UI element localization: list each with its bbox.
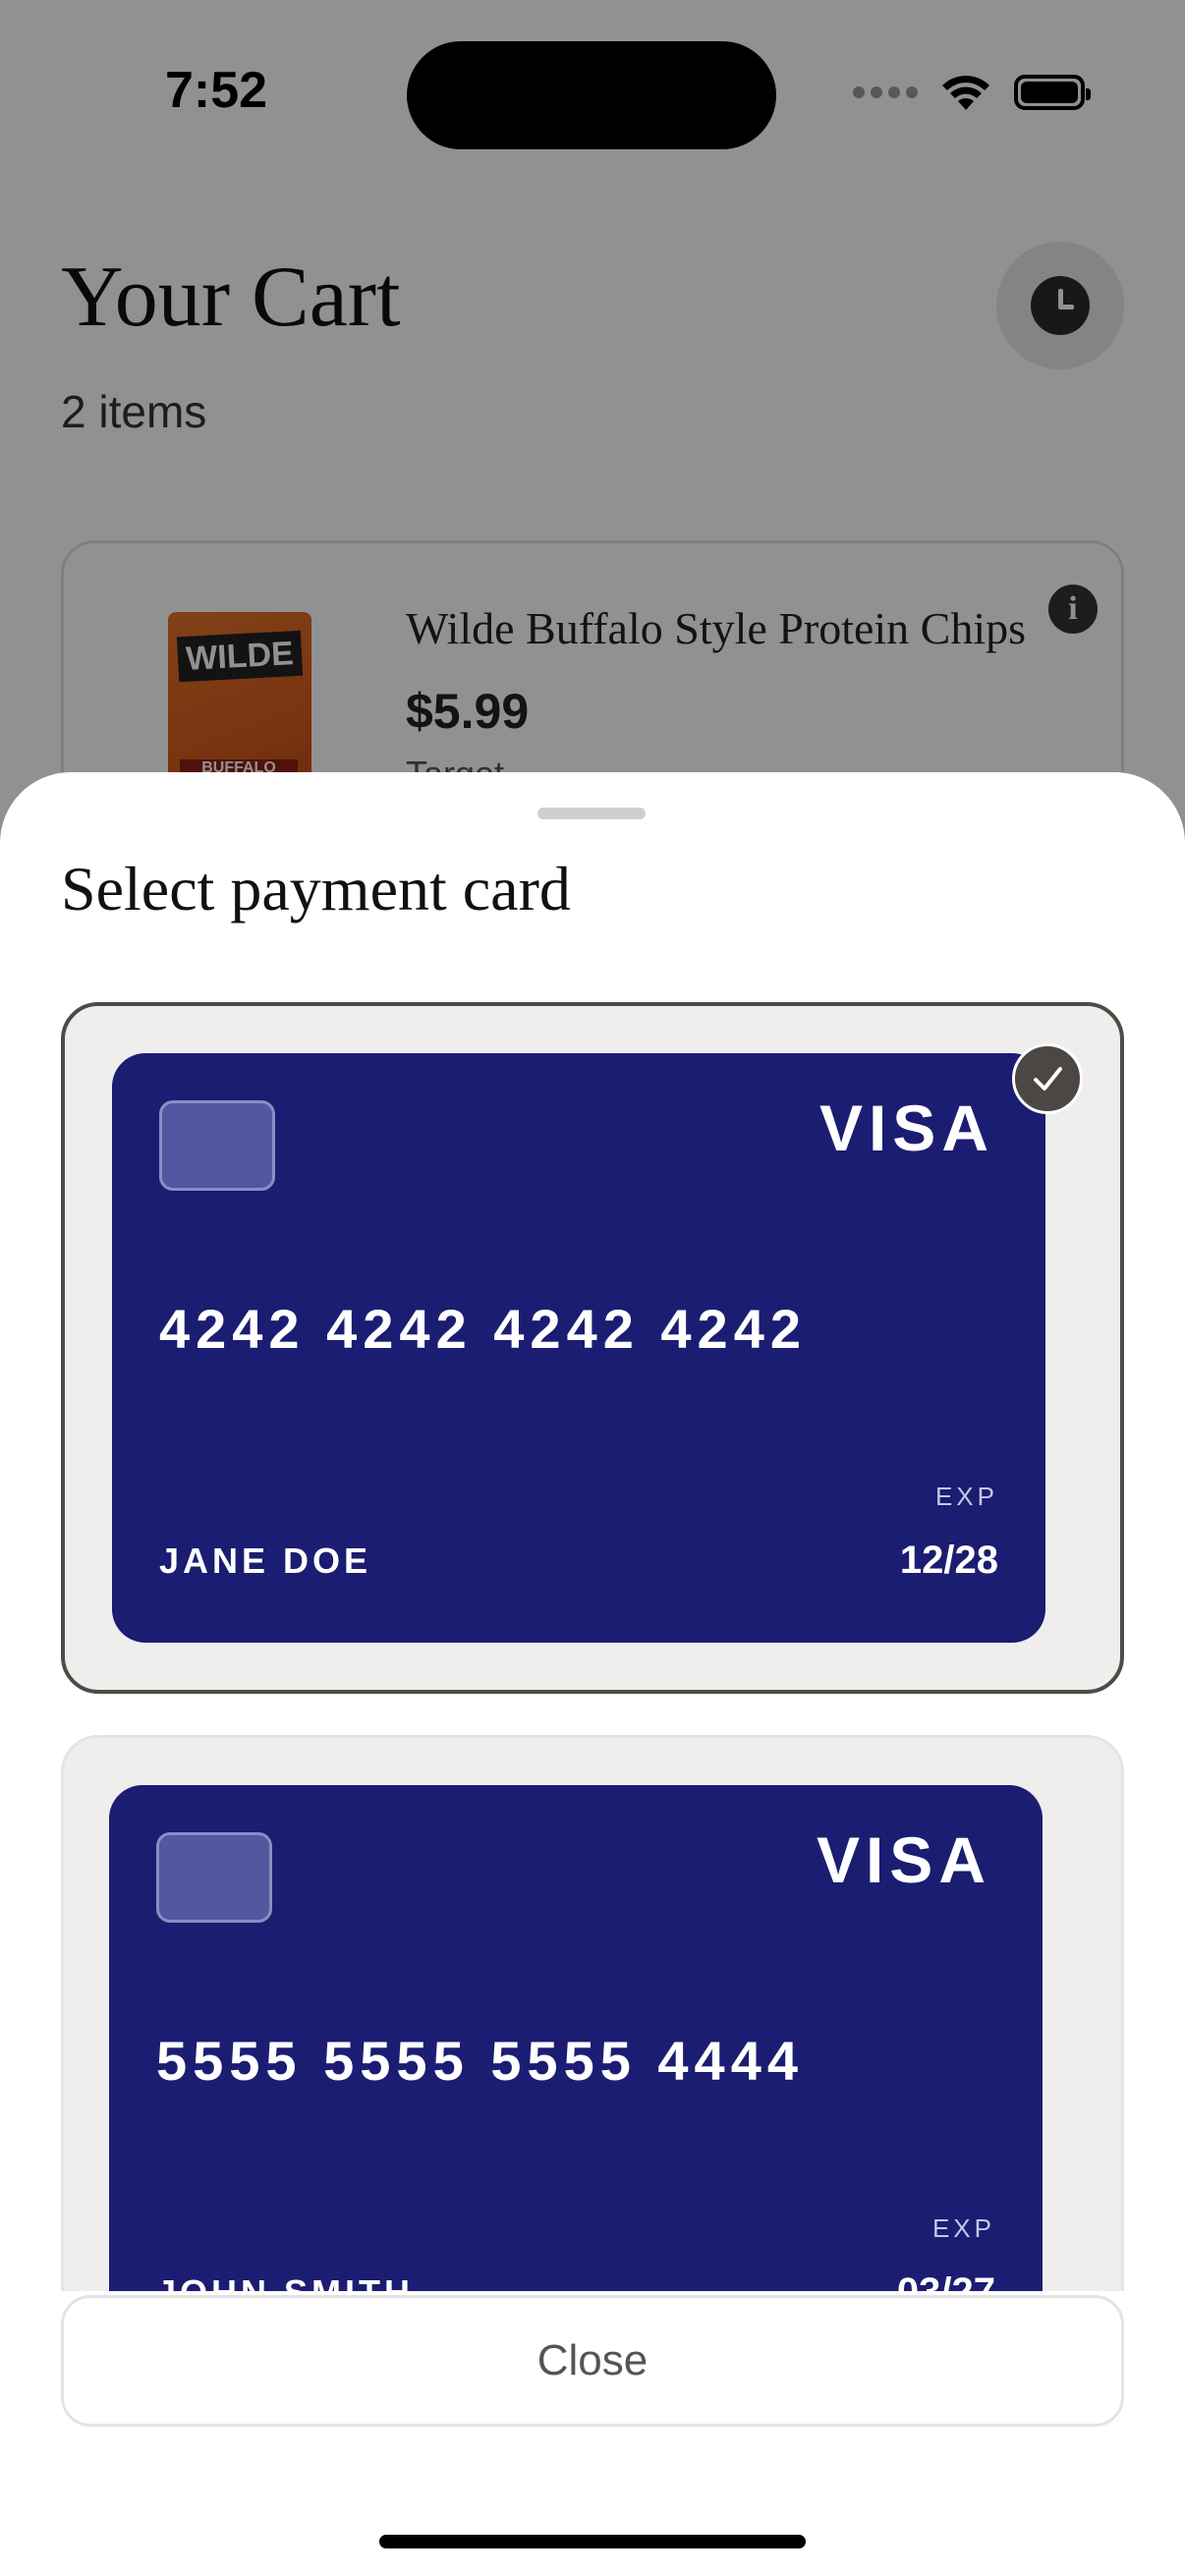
payment-card: VISA 5555 5555 5555 4444 EXP JOHN SMITH … <box>109 1785 1043 2291</box>
home-indicator[interactable] <box>379 2535 806 2548</box>
card-network: VISA <box>816 1823 991 1896</box>
card-holder: JOHN SMITH <box>156 2272 414 2291</box>
card-exp-label: EXP <box>934 1482 998 1511</box>
card-expiry: 03/27 <box>897 2270 995 2291</box>
card-chip <box>156 1832 272 1923</box>
card-exp-label: EXP <box>931 2213 995 2243</box>
card-network: VISA <box>818 1092 994 1164</box>
sheet-title: Select payment card <box>61 854 571 924</box>
sheet-grabber[interactable] <box>537 808 646 819</box>
card-number: 4242 4242 4242 4242 <box>159 1298 807 1360</box>
payment-card: VISA 4242 4242 4242 4242 EXP JANE DOE 12… <box>112 1053 1045 1643</box>
card-expiry: 12/28 <box>899 1539 998 1582</box>
selected-check-icon <box>1012 1043 1083 1114</box>
card-holder: JANE DOE <box>159 1540 372 1581</box>
close-button[interactable]: Close <box>61 2295 1124 2427</box>
card-option-unselected[interactable]: VISA 5555 5555 5555 4444 EXP JOHN SMITH … <box>61 1735 1124 2291</box>
card-option-selected[interactable]: VISA 4242 4242 4242 4242 EXP JANE DOE 12… <box>61 1002 1124 1694</box>
card-chip <box>159 1100 275 1191</box>
card-number: 5555 5555 5555 4444 <box>156 2030 804 2092</box>
checkmark-icon <box>1034 1067 1062 1091</box>
card-list-viewport[interactable]: VISA 4242 4242 4242 4242 EXP JANE DOE 12… <box>0 969 1185 2291</box>
